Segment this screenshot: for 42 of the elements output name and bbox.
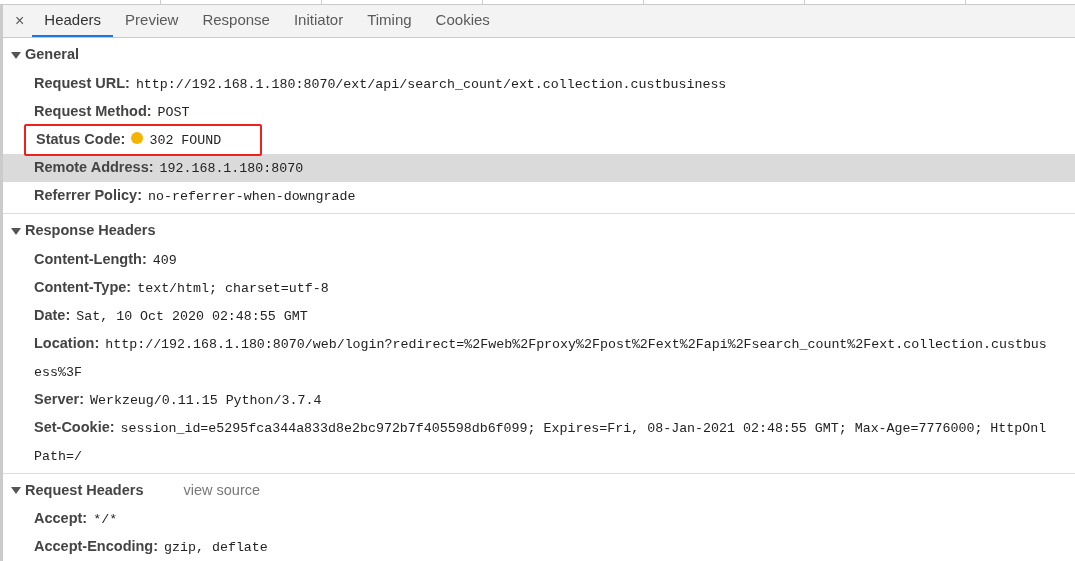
tab[interactable]: Headers [32, 5, 114, 37]
header-name: Location: [34, 333, 100, 353]
header-name: Remote Address: [34, 157, 154, 177]
header-value: http://192.168.1.180:8070/ext/api/search_count/ext.collection.custbusiness [135, 75, 727, 94]
header-name: Set-Cookie: [34, 417, 115, 437]
section-title[interactable]: Request Headers [25, 479, 144, 502]
collapse-triangle-icon[interactable] [11, 226, 21, 235]
header-name: Request URL: [34, 73, 130, 93]
header-value: text/html; charset=utf-8 [137, 279, 329, 298]
collapse-triangle-icon[interactable] [11, 50, 21, 59]
header-value: Sat, 10 Oct 2020 02:48:55 GMT [76, 307, 308, 326]
header-value: 192.168.1.180:8070 [159, 159, 304, 178]
section-title[interactable]: General [25, 44, 79, 66]
tab[interactable]: Cookies [423, 5, 502, 37]
header-value: 302 FOUND [149, 131, 222, 150]
header-name: Status Code: [36, 129, 126, 149]
tab[interactable]: Timing [355, 5, 424, 37]
header-name: Referrer Policy: [34, 185, 142, 205]
header-value: no-referrer-when-downgrade [148, 187, 356, 206]
close-button[interactable]: × [7, 5, 33, 37]
section-title[interactable]: Response Headers [25, 219, 156, 242]
header-value: gzip, deflate [164, 539, 268, 558]
header-value: 409 [152, 251, 177, 270]
tab[interactable]: Preview [113, 5, 191, 37]
header-value: */* [93, 511, 118, 530]
header-name: Content-Length: [34, 249, 147, 269]
header-name: Accept: [34, 509, 88, 529]
tab[interactable]: Initiator [281, 5, 356, 37]
collapse-triangle-icon[interactable] [11, 486, 21, 495]
header-value: http://192.168.1.180:8070/web/login?redirect=%2Fweb%2Fproxy%2Fpost%2Fext%2Fapi%2Fsearch_count%2Fext.collection.custbus [105, 335, 1047, 354]
header-name: Server: [34, 389, 84, 409]
header-name: Content-Type: [34, 277, 132, 297]
header-value: ess%3F [34, 364, 82, 380]
header-name: Date: [34, 305, 71, 325]
view-source-link[interactable]: view source [183, 479, 261, 502]
header-value: Path=/ [34, 448, 82, 464]
header-value: session_id=e5295fca344a833d8e2bc972b7f405598db6f099; Expires=Fri, 08-Jan-2021 02:48:55 GMT; Max-Age=7776000; HttpOnl [120, 419, 1047, 438]
header-name: Accept-Encoding: [34, 537, 159, 557]
header-name: Request Method: [34, 101, 152, 121]
tab[interactable]: Response [190, 5, 282, 37]
header-value: Werkzeug/0.11.15 Python/3.7.4 [90, 391, 322, 410]
header-value: POST [157, 103, 190, 122]
